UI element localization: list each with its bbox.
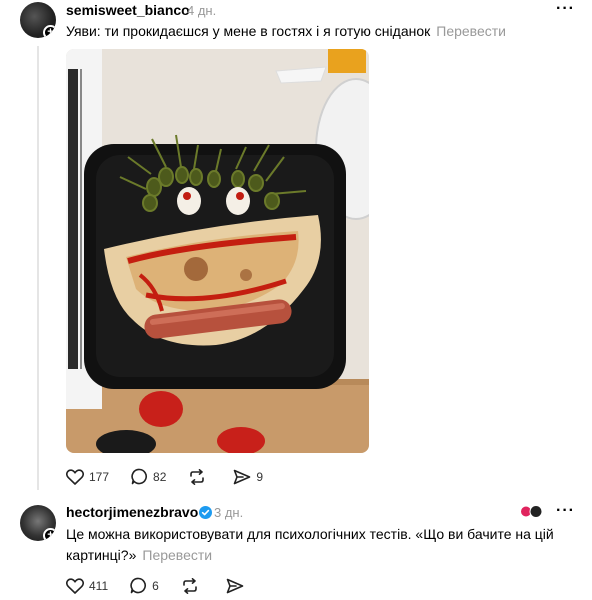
post-image[interactable]: [66, 49, 369, 453]
like-count: 411: [89, 578, 109, 593]
comment-count: 82: [153, 469, 167, 484]
more-options-button[interactable]: ···: [556, 502, 575, 520]
avatar[interactable]: +: [20, 505, 56, 541]
comment-count: 6: [152, 578, 159, 593]
heart-icon: [66, 468, 84, 485]
translate-link[interactable]: Перевести: [436, 23, 506, 39]
share-button[interactable]: 9: [233, 469, 263, 485]
follow-plus-icon[interactable]: +: [43, 528, 56, 541]
comment-button[interactable]: 82: [131, 468, 166, 485]
liked-by-avatars[interactable]: [520, 505, 546, 518]
send-icon: [234, 469, 251, 484]
repost-button[interactable]: [181, 577, 204, 594]
repost-icon: [183, 577, 197, 594]
repost-icon: [190, 468, 205, 485]
verified-badge-icon: [199, 506, 212, 519]
comment-button[interactable]: 6: [130, 577, 159, 594]
post-text-content: Уяви: ти прокидаєшся у мене в гостях і я…: [66, 23, 431, 39]
post-actions: 411 6: [66, 577, 271, 594]
send-icon: [226, 578, 244, 593]
post-text: Це можна використовувати для психологічн…: [66, 524, 566, 566]
follow-plus-icon[interactable]: +: [43, 25, 56, 38]
breakfast-photo: [66, 49, 369, 453]
post-text: Уяви: ти прокидаєшся у мене в гостях і я…: [66, 21, 576, 42]
post-username[interactable]: semisweet_bianco: [66, 2, 190, 18]
more-options-button[interactable]: ···: [556, 0, 575, 18]
translate-link[interactable]: Перевести: [142, 547, 212, 563]
thread-connector: [37, 46, 39, 490]
post-time[interactable]: 4 дн.: [187, 3, 216, 18]
like-button[interactable]: 411: [66, 577, 109, 594]
repost-button[interactable]: [188, 468, 211, 485]
heart-icon: [66, 577, 84, 594]
comment-icon: [131, 468, 148, 485]
comment-icon: [130, 577, 147, 594]
post-username[interactable]: hectorjimenezbravo: [66, 504, 198, 520]
like-button[interactable]: 177: [66, 468, 110, 485]
share-count: 9: [256, 469, 264, 484]
post-text-content: Це можна використовувати для психологічн…: [66, 526, 554, 563]
share-button[interactable]: [226, 578, 249, 594]
like-count: 177: [89, 469, 110, 484]
post-time[interactable]: 3 дн.: [214, 505, 243, 520]
avatar[interactable]: +: [20, 2, 56, 38]
post-actions: 177 82 9: [66, 468, 285, 485]
